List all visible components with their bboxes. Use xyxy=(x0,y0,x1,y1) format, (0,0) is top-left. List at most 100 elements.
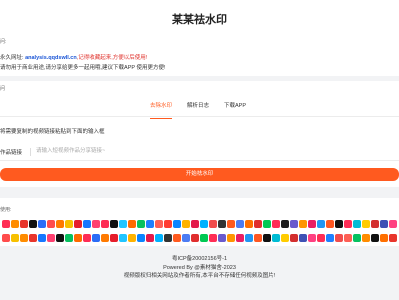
notice-card: 问: 永久网址: analysis.qqdswll.cn,记得收藏起来,方便以后… xyxy=(0,36,399,76)
platform-icons-row-1 xyxy=(0,220,399,228)
platform-icon xyxy=(164,234,172,242)
tab-remove-watermark[interactable]: 去除水印 xyxy=(150,101,172,109)
platform-icon xyxy=(20,234,28,242)
platform-icon xyxy=(110,234,118,242)
platform-icon xyxy=(290,220,298,228)
platform-icon xyxy=(308,234,316,242)
platform-icon xyxy=(56,234,64,242)
platform-icon xyxy=(254,234,262,242)
platform-icon xyxy=(119,220,127,228)
platform-icon xyxy=(20,220,28,228)
platform-icon xyxy=(38,234,46,242)
powered-by-text: Powered By @素材猫舍-2023 xyxy=(163,264,236,271)
platform-icon xyxy=(38,220,46,228)
platform-icon xyxy=(173,234,181,242)
top-bar: 某某祛水印 xyxy=(0,0,399,37)
platform-icon xyxy=(200,234,208,242)
platform-icon xyxy=(281,234,289,242)
field-divider xyxy=(30,148,31,156)
input-hint: 将需要复制的视频链接粘贴到下面的输入框 xyxy=(0,129,105,135)
icp-text: 粤ICP备20002156号-1 xyxy=(171,256,228,262)
platform-icon xyxy=(236,234,244,242)
platform-icon xyxy=(380,220,388,228)
site-url-link[interactable]: analysis.qqdswll.cn xyxy=(25,55,77,61)
notice-line-1: 永久网址: analysis.qqdswll.cn,记得收藏起来,方便以后使用! xyxy=(0,53,147,61)
platform-icon xyxy=(200,220,208,228)
platform-icon xyxy=(74,220,82,228)
platform-icon xyxy=(110,220,118,228)
platform-icon xyxy=(254,220,262,228)
platform-icon xyxy=(128,234,136,242)
platform-icon xyxy=(236,220,244,228)
platform-icon xyxy=(29,220,37,228)
tab-parse-log[interactable]: 解析日志 xyxy=(187,101,209,109)
link-input[interactable] xyxy=(34,145,296,157)
platform-icon xyxy=(290,234,298,242)
platform-icon xyxy=(245,234,253,242)
platform-icon xyxy=(65,234,73,242)
platform-icon xyxy=(101,234,109,242)
platform-icon xyxy=(164,220,172,228)
platform-icon xyxy=(155,220,163,228)
platform-icon xyxy=(92,234,100,242)
tool-label: 问 xyxy=(0,86,6,92)
platform-icon xyxy=(371,220,379,228)
start-remove-watermark-button[interactable]: 开始祛水印 xyxy=(0,168,399,181)
platform-icon xyxy=(353,234,361,242)
platform-icon xyxy=(362,220,370,228)
platform-icon xyxy=(227,234,235,242)
disclaimer-text: 视频版权归相关网站及作者所有,本平台不存储任何视频及图片! xyxy=(123,273,276,279)
notice-prefix: 永久网址: xyxy=(0,55,24,61)
platform-icon xyxy=(11,234,19,242)
platform-icon xyxy=(362,234,370,242)
platform-icon xyxy=(353,220,361,228)
platform-icon xyxy=(182,234,190,242)
platform-icon xyxy=(272,234,280,242)
platform-icon xyxy=(137,220,145,228)
platform-icon xyxy=(263,220,271,228)
platform-icon xyxy=(299,220,307,228)
platform-icon xyxy=(191,234,199,242)
platform-icon xyxy=(218,220,226,228)
platform-icon xyxy=(308,220,316,228)
platform-icon xyxy=(47,220,55,228)
notice-suffix: ,记得收藏起来,方便以后使用! xyxy=(76,55,148,61)
tab-bar: 去除水印 解析日志 下载APP xyxy=(0,101,399,119)
active-tab-indicator xyxy=(150,118,172,119)
notice-line-2: 请勿用于商业用途,请分享给更多一起用哦,建议下载APP 使用更方便! xyxy=(0,65,166,71)
platform-icon xyxy=(326,220,334,228)
platform-icon xyxy=(182,220,190,228)
footer: 粤ICP备20002156号-1 Powered By @素材猫舍-2023 视… xyxy=(0,255,399,281)
platform-icon xyxy=(227,220,235,228)
platform-icon xyxy=(128,220,136,228)
platform-icon xyxy=(326,234,334,242)
platform-icon xyxy=(2,234,10,242)
platform-icon xyxy=(74,234,82,242)
platform-icon xyxy=(335,220,343,228)
platform-icon xyxy=(371,234,379,242)
platform-icon xyxy=(209,234,217,242)
platforms-label: 使用: xyxy=(0,207,12,213)
platform-icon xyxy=(47,234,55,242)
platform-icon xyxy=(344,234,352,242)
platform-icon xyxy=(65,220,73,228)
platform-icon xyxy=(137,234,145,242)
link-form-row: 作品链接 xyxy=(0,145,399,159)
platform-icon xyxy=(389,234,397,242)
platform-icon xyxy=(92,220,100,228)
tab-divider xyxy=(0,116,399,117)
platform-icon xyxy=(2,220,10,228)
platform-icon xyxy=(11,220,19,228)
platform-icon xyxy=(29,234,37,242)
platform-icon xyxy=(155,234,163,242)
platform-icon xyxy=(272,220,280,228)
notice-label: 问: xyxy=(0,39,7,45)
platform-icon xyxy=(344,220,352,228)
platform-icons-row-2 xyxy=(0,234,399,242)
platform-icon xyxy=(263,234,271,242)
tab-download-app[interactable]: 下载APP xyxy=(224,101,246,109)
platform-icon xyxy=(173,220,181,228)
platform-icon xyxy=(299,234,307,242)
platform-icon xyxy=(317,220,325,228)
platform-icon xyxy=(209,220,217,228)
